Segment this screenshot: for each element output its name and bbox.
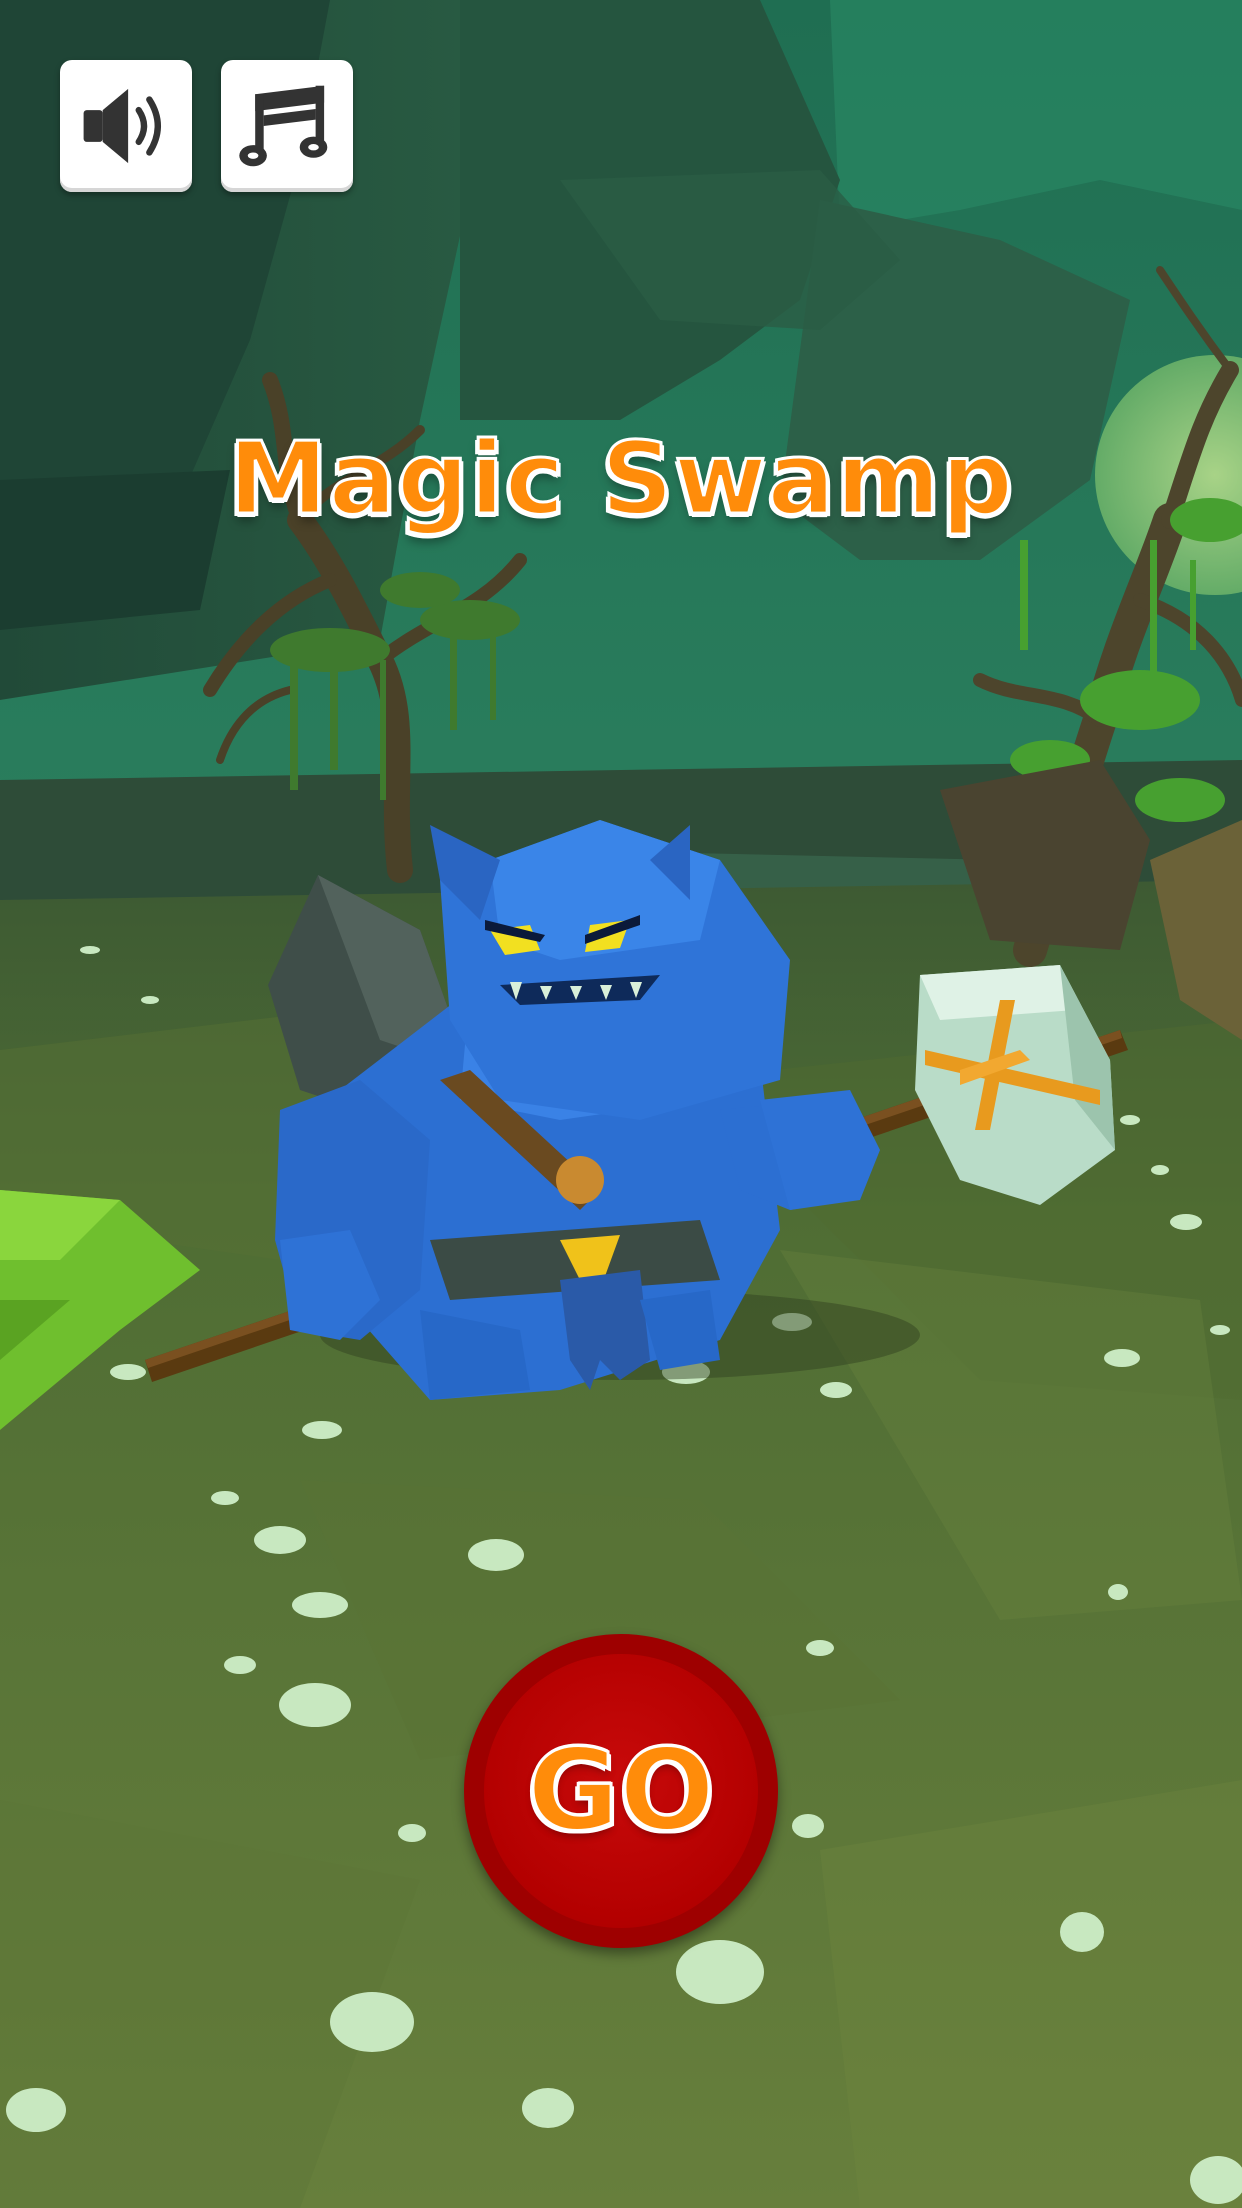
go-button[interactable]: GO — [464, 1634, 778, 1948]
sound-toggle-button[interactable] — [60, 60, 192, 192]
music-toggle-button[interactable] — [221, 60, 353, 192]
game-title: Magic Swamp — [227, 419, 1015, 539]
go-button-label: GO — [526, 1725, 716, 1858]
speaker-volume-icon — [83, 88, 161, 164]
game-screen: Magic Swamp GO — [0, 0, 1242, 2208]
music-notes-icon — [239, 85, 328, 167]
